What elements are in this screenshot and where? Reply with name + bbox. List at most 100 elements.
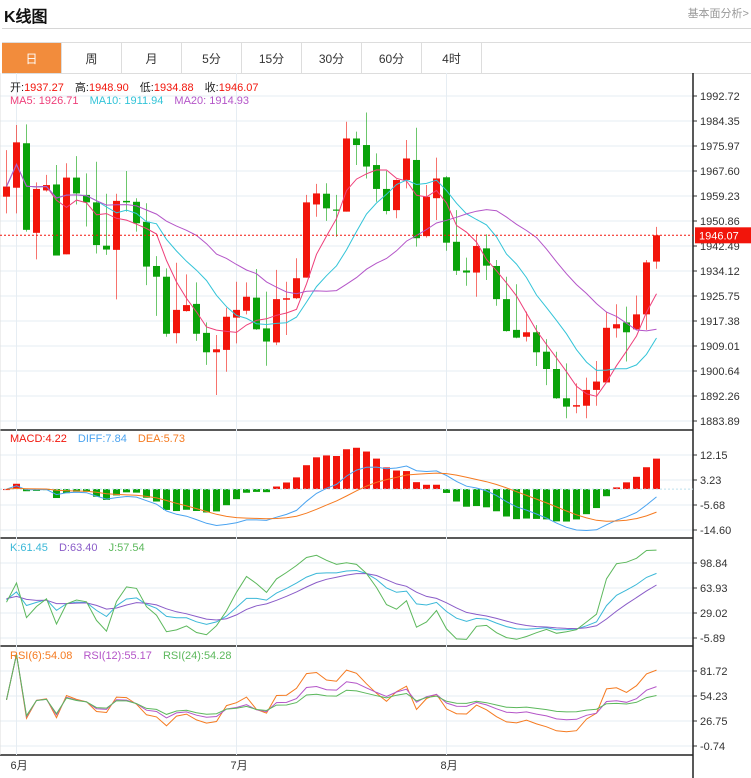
candle-up (213, 349, 220, 353)
rsi24-legend: RSI(24):54.28 (162, 650, 232, 662)
candle-up (283, 298, 290, 300)
y-tick-label: 81.72 (700, 666, 728, 678)
rsi12-legend: RSI(12):55.17 (83, 650, 152, 662)
candle-up (343, 138, 350, 212)
macd-bar (173, 489, 180, 512)
low-label: 低: (139, 82, 154, 94)
y-tick-label: 63.93 (700, 583, 728, 595)
macd-bar (513, 489, 520, 520)
macd-bar (463, 489, 470, 507)
y-tick-label: 1934.12 (700, 266, 740, 278)
candle-up (173, 309, 180, 334)
y-tick-label: 1900.64 (700, 366, 740, 378)
k-legend: K:61.45 (10, 542, 48, 554)
candle-down (353, 138, 360, 146)
candle-down (263, 328, 270, 342)
macd-bar (493, 489, 500, 512)
candle-down (73, 177, 80, 194)
y-tick-label: 1992.72 (700, 91, 740, 103)
y-tick-label: 1883.89 (700, 416, 740, 428)
candle-up (643, 262, 650, 315)
macd-bar (653, 458, 660, 490)
candle-up (653, 235, 660, 262)
macd-bar (553, 489, 560, 522)
macd-bar (153, 489, 160, 502)
y-tick-label: 1917.38 (700, 316, 740, 328)
candle-down (543, 351, 550, 370)
diff-legend: DIFF:7.84 (77, 433, 127, 445)
macd-bar (563, 489, 570, 522)
macd-bar (293, 477, 300, 490)
candle-down (103, 245, 110, 250)
macd-bar (583, 489, 590, 515)
candle-up (3, 186, 10, 197)
candle-down (253, 297, 260, 330)
candle-up (603, 327, 610, 383)
high-value: 1948.90 (88, 82, 129, 94)
close-value: 1946.07 (218, 82, 259, 94)
macd-bar (473, 489, 480, 507)
macd-bar (213, 489, 220, 512)
candle-up (593, 381, 600, 390)
y-tick-label: 3.23 (700, 475, 721, 487)
candle-up (573, 405, 580, 407)
macd-bar (603, 489, 610, 497)
y-tick-label: -14.60 (700, 525, 731, 537)
y-tick-label: 98.84 (700, 558, 728, 570)
macd-bar (423, 484, 430, 490)
macd-bar (303, 465, 310, 490)
open-value: 1937.27 (24, 82, 64, 94)
j-legend: J:57.54 (108, 542, 145, 554)
candle-up (183, 305, 190, 312)
candle-down (563, 398, 570, 407)
ma5-legend: MA5: 1926.71 (10, 95, 79, 107)
macd-bar (633, 476, 640, 490)
candle-down (123, 200, 130, 203)
y-tick-label: 29.02 (700, 608, 728, 620)
close-label: 收: (204, 82, 219, 94)
ma-legend: MA5: 1926.71 MA10: 1911.94 MA20: 1914.93 (10, 95, 257, 107)
candle-up (63, 177, 70, 255)
ma10-line (6, 163, 657, 371)
candle-down (453, 241, 460, 271)
y-tick-label: 1959.23 (700, 191, 740, 203)
rsi6-legend: RSI(6):54.08 (10, 650, 73, 662)
candle-down (323, 193, 330, 209)
rsi6-line (6, 654, 657, 733)
macd-bar (623, 482, 630, 490)
macd-bar (323, 455, 330, 490)
d-line (6, 573, 657, 630)
high-label: 高: (74, 82, 89, 94)
macd-bar (133, 489, 140, 493)
macd-bar (593, 489, 600, 509)
candle-down (483, 248, 490, 266)
candle-down (363, 145, 370, 167)
candle-up (303, 202, 310, 278)
y-tick-label: 1892.26 (700, 391, 740, 403)
candle-up (293, 278, 300, 299)
y-tick-label: 1909.01 (700, 341, 740, 353)
macd-legend: MACD:4.22 DIFF:7.84 DEA:5.73 (10, 433, 193, 445)
y-tick-label: 54.23 (700, 691, 728, 703)
candle-down (153, 265, 160, 277)
d-legend: D:63.40 (58, 542, 98, 554)
y-tick-label: 1950.86 (700, 216, 740, 228)
macd-bar (283, 482, 290, 490)
candle-down (163, 276, 170, 334)
candle-down (623, 322, 630, 333)
candle-up (633, 314, 640, 330)
candle-up (613, 324, 620, 329)
rsi12-line (6, 654, 657, 721)
macd-bar (523, 489, 530, 519)
y-tick-label: 12.15 (700, 450, 728, 462)
macd-bar (373, 458, 380, 490)
candle-up (403, 158, 410, 180)
y-tick-label: 1967.60 (700, 166, 740, 178)
dea-legend: DEA:5.73 (137, 433, 185, 445)
ma20-legend: MA20: 1914.93 (174, 95, 250, 107)
x-tick-label: 7月 (231, 760, 248, 772)
macd-bar (203, 489, 210, 513)
y-tick-label: -5.68 (700, 500, 725, 512)
candle-down (373, 165, 380, 189)
macd-legend-value: MACD:4.22 (10, 433, 67, 445)
